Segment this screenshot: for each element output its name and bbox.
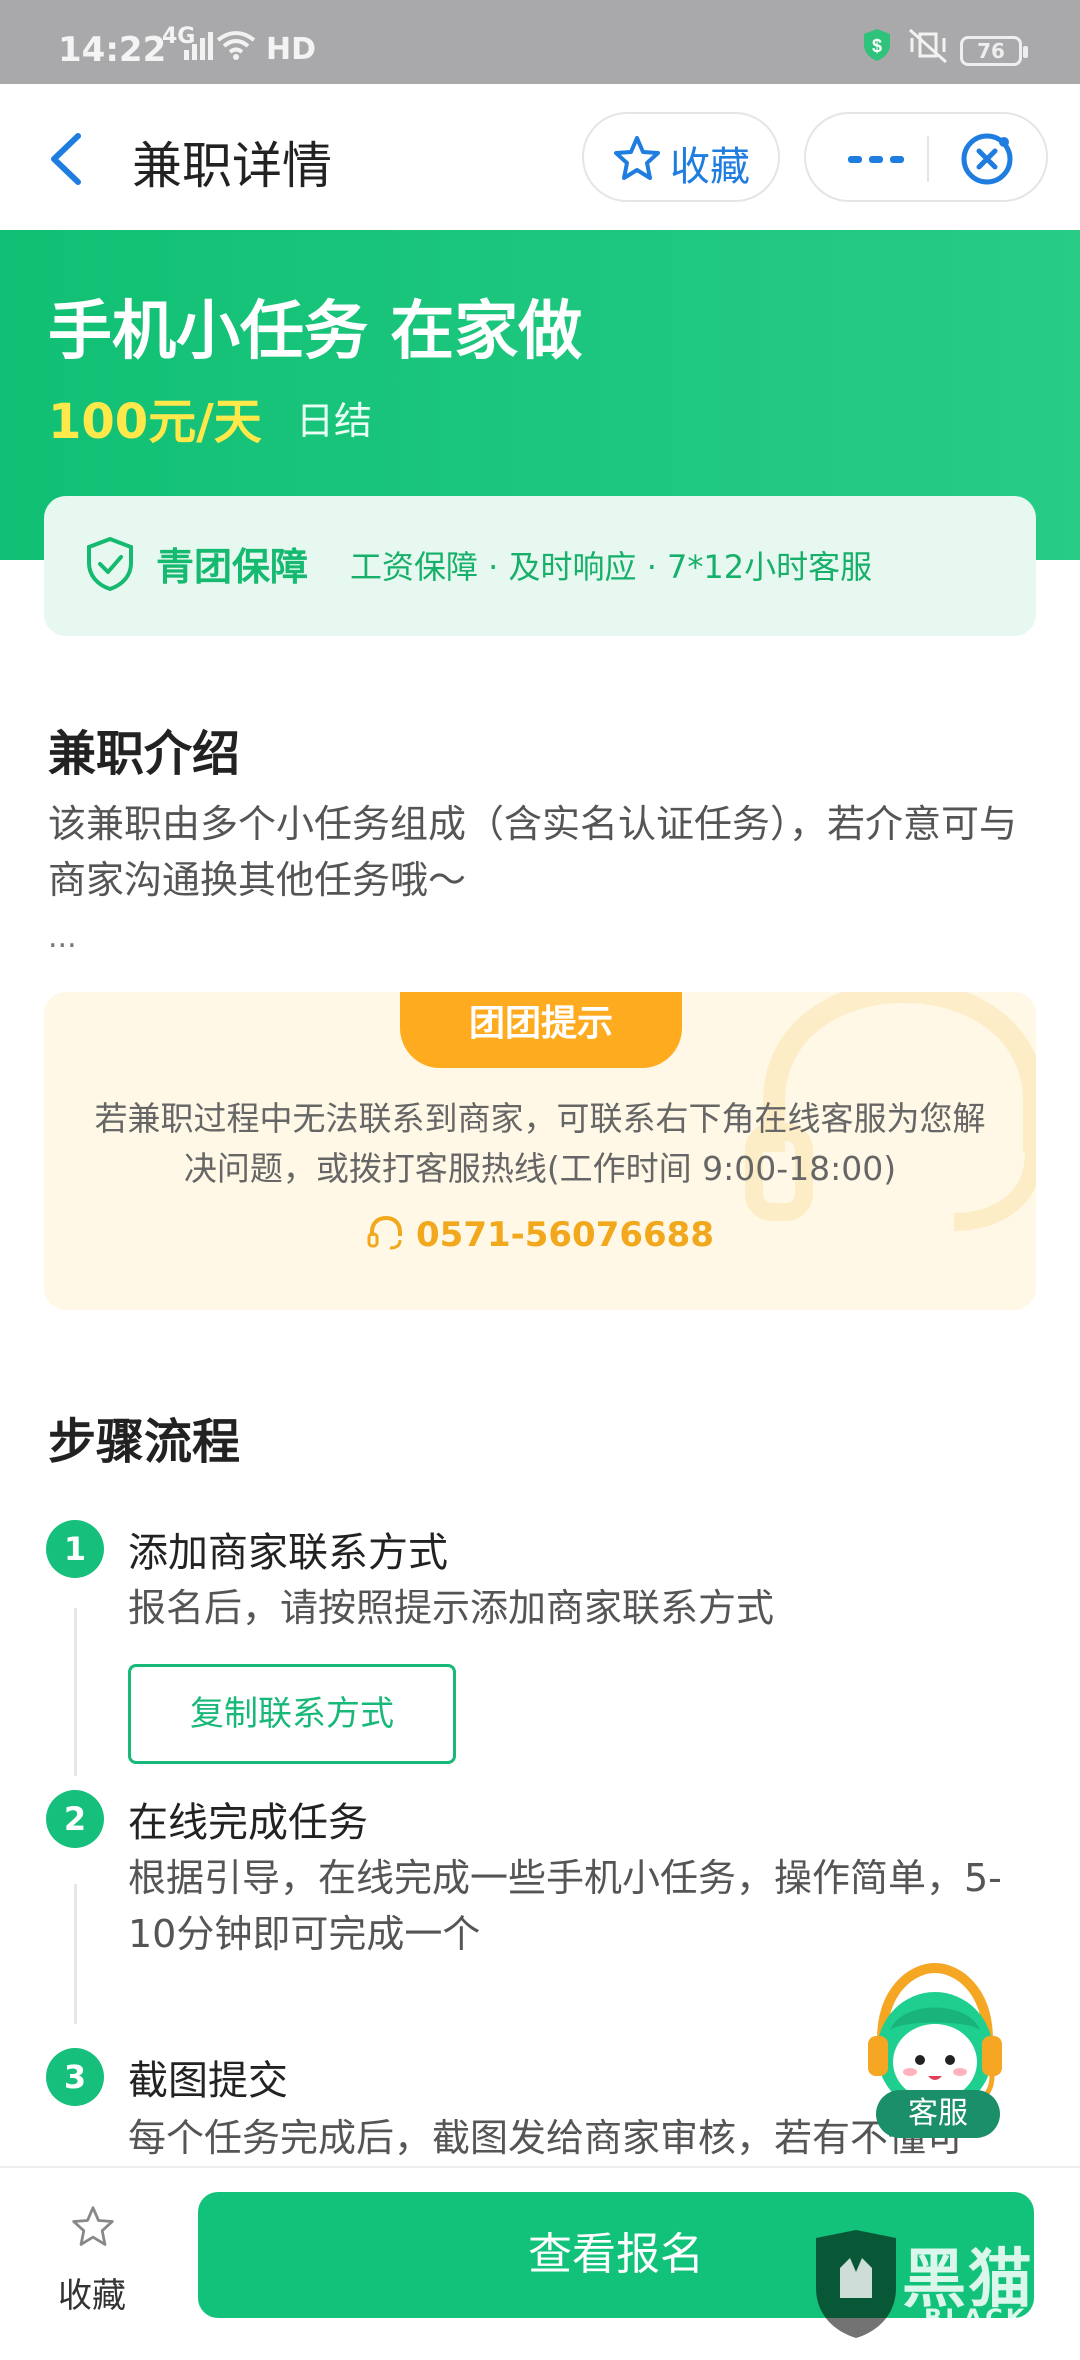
hotline[interactable]: 0571-56076688 bbox=[44, 1214, 1036, 1255]
wifi-icon bbox=[216, 31, 256, 60]
guarantee-desc: 工资保障 · 及时响应 · 7*12小时客服 bbox=[350, 548, 873, 586]
guarantee-title: 青团保障 bbox=[156, 545, 309, 589]
job-salary: 100元/天 bbox=[48, 394, 262, 450]
watermark-en: BLACK CAT bbox=[924, 2304, 1028, 2360]
page-title: 兼职详情 bbox=[132, 137, 332, 195]
step-connector bbox=[74, 1608, 77, 1776]
hd-indicator: HD bbox=[266, 32, 317, 67]
mini-program-capsule bbox=[804, 112, 1048, 202]
watermark: 黑猫 BLACK CAT bbox=[806, 2228, 1080, 2360]
step-title: 在线完成任务 bbox=[128, 1800, 368, 1846]
job-title: 手机小任务 在家做 bbox=[48, 295, 583, 369]
steps-heading: 步骤流程 bbox=[48, 1414, 241, 1470]
battery-icon: 76 bbox=[960, 36, 1028, 66]
navigation-bar: 兼职详情 收藏 bbox=[0, 84, 1080, 230]
step-number: 2 bbox=[46, 1790, 104, 1848]
guarantee-card[interactable]: 青团保障 工资保障 · 及时响应 · 7*12小时客服 bbox=[44, 496, 1036, 636]
customer-service-label[interactable]: 客服 bbox=[876, 2090, 1000, 2138]
tip-tab: 团团提示 bbox=[400, 992, 682, 1068]
back-arrow-icon[interactable] bbox=[40, 124, 100, 194]
shield-check-icon bbox=[87, 536, 133, 592]
more-icon[interactable] bbox=[846, 134, 906, 184]
intro-ellipsis[interactable]: ... bbox=[48, 920, 77, 955]
capsule-divider bbox=[927, 136, 929, 182]
tip-text: 若兼职过程中无法联系到商家，可联系右下角在线客服为您解决问题，或拨打客服热线(工… bbox=[94, 1099, 986, 1188]
favorite-button[interactable]: 收藏 bbox=[582, 112, 780, 202]
star-icon bbox=[614, 136, 660, 180]
step-connector bbox=[74, 1884, 77, 2024]
step-title: 添加商家联系方式 bbox=[128, 1530, 448, 1576]
step-title: 截图提交 bbox=[128, 2058, 288, 2104]
status-time: 14:22 bbox=[58, 30, 167, 70]
security-shield-icon: $ bbox=[864, 29, 890, 61]
status-bar: 14:22 4G HD $ 76 bbox=[0, 0, 1080, 84]
intro-heading: 兼职介绍 bbox=[48, 726, 241, 782]
step-number: 3 bbox=[46, 2048, 104, 2106]
settlement-type: 日结 bbox=[296, 399, 373, 443]
favorite-label: 收藏 bbox=[670, 144, 750, 190]
step-desc: 报名后，请按照提示添加商家联系方式 bbox=[128, 1586, 775, 1630]
tip-card: 团团提示 若兼职过程中无法联系到商家，可联系右下角在线客服为您解决问题，或拨打客… bbox=[44, 992, 1036, 1310]
step-desc: 根据引导，在线完成一些手机小任务，操作简单，5-10分钟即可完成一个 bbox=[128, 1856, 1002, 1956]
black-cat-logo-icon bbox=[816, 2230, 896, 2338]
step-number: 1 bbox=[46, 1520, 104, 1578]
close-icon[interactable] bbox=[958, 130, 1016, 188]
copy-contact-button[interactable]: 复制联系方式 bbox=[128, 1664, 456, 1764]
headset-icon bbox=[367, 1215, 402, 1250]
star-icon[interactable] bbox=[70, 2204, 116, 2250]
signal-icon bbox=[184, 32, 213, 60]
hotline-number: 0571-56076688 bbox=[416, 1215, 714, 1255]
svg-text:$: $ bbox=[872, 36, 882, 56]
vibrate-mute-icon bbox=[909, 28, 947, 64]
bottom-favorite-label[interactable]: 收藏 bbox=[58, 2268, 126, 2317]
intro-text: 该兼职由多个小任务组成（含实名认证任务），若介意可与商家沟通换其他任务哦～ bbox=[48, 802, 1018, 902]
